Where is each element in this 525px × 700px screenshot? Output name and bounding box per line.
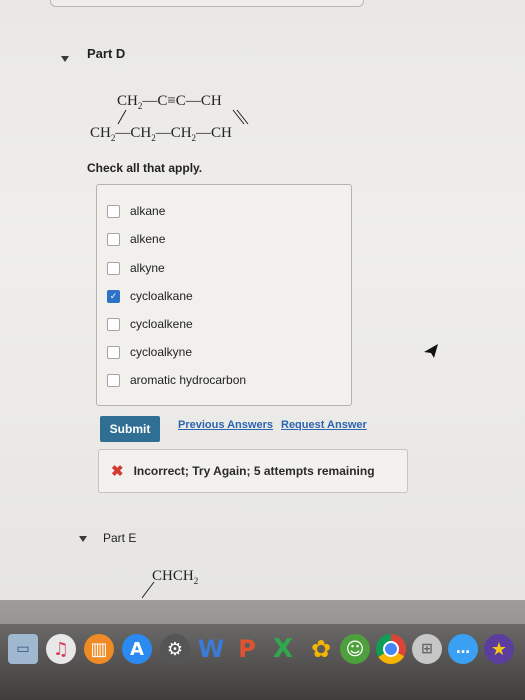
part-e-title: Part E <box>103 531 137 545</box>
dock-shelf <box>0 624 525 700</box>
option-cycloalkane[interactable]: ✓ cycloalkane <box>107 287 193 305</box>
option-alkane[interactable]: alkane <box>107 202 165 220</box>
checkbox-alkene[interactable] <box>107 232 120 246</box>
submit-button[interactable]: Submit <box>100 416 160 442</box>
checkbox-alkane[interactable] <box>107 204 120 218</box>
option-label: alkyne <box>130 261 165 275</box>
collapse-part-e-caret-icon[interactable] <box>79 536 87 542</box>
option-label: cycloalkane <box>130 289 193 303</box>
request-answer-link[interactable]: Request Answer <box>281 419 367 431</box>
incorrect-x-icon: ✖ <box>111 463 124 480</box>
checkbox-alkyne[interactable] <box>107 261 120 275</box>
answer-options-box: alkane alkene alkyne ✓ cycloalkane cyclo… <box>96 184 352 406</box>
option-label: aromatic hydrocarbon <box>130 373 247 387</box>
feedback-box: ✖ Incorrect; Try Again; 5 attempts remai… <box>98 449 408 493</box>
launchpad-icon[interactable]: ⊞ <box>412 634 442 664</box>
instruction-text: Check all that apply. <box>87 161 203 175</box>
browser-viewport: Part D CH2—C≡C—CH CH2—CH2—CH2—CH Check a… <box>0 0 525 600</box>
checkbox-cycloalkane-checked[interactable]: ✓ <box>107 289 120 303</box>
option-label: alkane <box>130 204 166 218</box>
mouse-pointer-icon <box>424 344 438 358</box>
option-cycloalkyne[interactable]: cycloalkyne <box>107 343 192 361</box>
macos-dock: ▭ ♫ ▥ A ⚙ W P X ✿ ☺ ⊞ … ★ <box>0 600 525 700</box>
option-alkene[interactable]: alkene <box>107 230 165 248</box>
part-e-bond <box>141 581 155 599</box>
option-cycloalkene[interactable]: cycloalkene <box>107 315 193 333</box>
option-label: alkene <box>130 232 166 246</box>
feedback-text: Incorrect; Try Again; 5 attempts remaini… <box>133 464 375 478</box>
contacts-icon[interactable]: ☺ <box>340 634 370 664</box>
checkbox-cycloalkyne[interactable] <box>107 345 120 359</box>
checkbox-aromatic-hydrocarbon[interactable] <box>107 373 120 387</box>
messages-icon[interactable]: … <box>448 634 478 664</box>
collapse-part-d-caret-icon[interactable] <box>61 56 69 62</box>
checkbox-cycloalkene[interactable] <box>107 317 120 331</box>
app-store-icon[interactable]: A <box>122 634 152 664</box>
books-icon[interactable]: ▥ <box>84 634 114 664</box>
system-preferences-icon[interactable]: ⚙ <box>160 634 190 664</box>
previous-answers-link[interactable]: Previous Answers <box>178 419 273 431</box>
formula-line-2: CH2—CH2—CH2—CH <box>90 125 232 143</box>
photos-icon[interactable]: ✿ <box>306 634 336 664</box>
option-label: cycloalkyne <box>130 345 193 359</box>
previous-part-card <box>50 0 364 7</box>
word-icon[interactable]: W <box>196 634 226 664</box>
music-icon[interactable]: ♫ <box>46 634 76 664</box>
option-alkyne[interactable]: alkyne <box>107 259 165 277</box>
imovie-icon[interactable]: ★ <box>484 634 514 664</box>
part-d-title: Part D <box>87 46 126 61</box>
part-e-formula: CHCH2 <box>152 568 199 586</box>
chrome-icon[interactable] <box>376 634 406 664</box>
option-label: cycloalkene <box>130 317 193 331</box>
powerpoint-icon[interactable]: P <box>232 634 262 664</box>
option-aromatic-hydrocarbon[interactable]: aromatic hydrocarbon <box>107 371 246 389</box>
excel-icon[interactable]: X <box>268 634 298 664</box>
terminal-icon[interactable]: ▭ <box>8 634 38 664</box>
